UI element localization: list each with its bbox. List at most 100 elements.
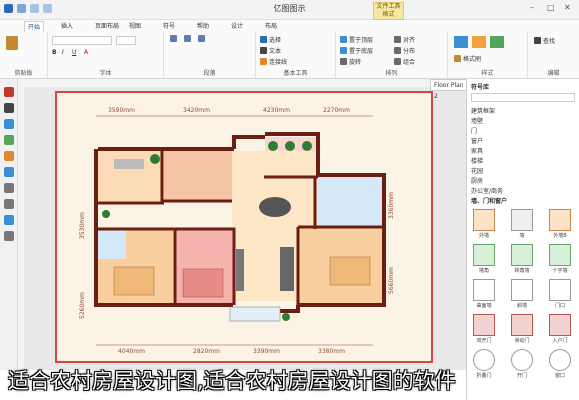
send-back-icon [340,47,347,54]
align-center-button[interactable] [184,35,193,43]
symbol-thumb[interactable] [549,209,571,231]
bathroom-room[interactable] [315,177,383,227]
porch[interactable] [229,306,281,322]
symbol-thumb[interactable] [549,314,571,336]
vertical-ruler [18,79,24,370]
symbol-thumb[interactable] [511,314,533,336]
dining-table[interactable] [259,197,291,217]
bring-front-icon [340,36,347,43]
maximize-icon[interactable]: □ [547,3,555,12]
bring-front-button[interactable]: 置于顶层 [340,35,373,44]
bathroom-2[interactable] [98,229,126,259]
dining-room[interactable] [164,151,234,201]
symbol-label: 外墙B [553,233,567,239]
history-icon[interactable] [4,183,14,193]
symbol-thumb[interactable] [473,279,495,301]
find-button[interactable]: 查找 [534,36,555,45]
shape-icon[interactable] [4,87,14,97]
group-button[interactable]: 组合 [394,57,415,66]
bring-front-label: 置于顶层 [349,37,374,44]
tab-item[interactable]: 视图 [126,21,144,32]
category-item[interactable]: 墙壁 [471,116,483,125]
symbol-thumb[interactable] [473,314,495,336]
theme-icon[interactable] [4,151,14,161]
dim-bottom-4: 3380mm [318,348,345,355]
style-swatch-1[interactable] [454,36,468,48]
symbol-thumb[interactable] [473,244,495,266]
symbol-thumb[interactable] [511,279,533,301]
symbol-search-input[interactable] [471,93,575,102]
category-item[interactable]: 楼梯 [471,156,483,165]
attachment-icon[interactable] [4,215,14,225]
select-button[interactable]: 选择 [260,35,281,44]
underline-button[interactable]: U [72,49,76,56]
dim-top-1: 3590mm [108,107,135,114]
format-painter-button[interactable]: 格式刷 [454,54,481,63]
style-swatch-3[interactable] [490,36,504,48]
category-item[interactable]: 厨房 [471,176,483,185]
page-icon[interactable] [4,167,14,177]
sofa[interactable] [280,247,294,291]
tab-item[interactable]: 设计 [228,21,246,32]
layer-icon[interactable] [4,135,14,145]
category-item[interactable]: 办公室/商务 [471,186,503,195]
group-label: 基本工具 [283,70,308,77]
bed-2[interactable] [182,268,224,298]
group-basic-tools: 选择 文本 连接线 基本工具 [256,32,336,78]
paste-button[interactable] [6,36,20,51]
category-item[interactable]: 门 [471,126,477,135]
select-label: 选择 [269,37,282,44]
category-item[interactable]: 家具 [471,146,483,155]
dim-left-2: 5260mm [79,292,86,319]
kitchen-counter[interactable] [114,159,144,169]
close-icon[interactable]: ✕ [564,3,571,12]
text-label: 文本 [269,48,282,55]
comment-icon[interactable] [4,199,14,209]
bed-3[interactable] [329,256,371,286]
bed-1[interactable] [113,266,155,296]
connector-icon [260,58,267,65]
tv-cabinet[interactable] [236,249,244,291]
align-left-button[interactable] [170,35,179,43]
style-swatch-2[interactable] [472,36,486,48]
tab-item[interactable]: 页面布局 [92,21,122,32]
group-label: 编辑 [547,70,560,77]
pen-icon[interactable] [4,103,14,113]
category-item-active[interactable]: 墙、门和窗户 [471,196,507,205]
category-item[interactable]: 窗户 [471,136,483,145]
distribute-button[interactable]: 分布 [394,46,415,55]
italic-button[interactable]: I [62,49,64,56]
plant-icon [102,210,110,218]
tab-item[interactable]: 布局 [262,21,280,32]
settings-icon[interactable] [4,231,14,241]
rotate-button[interactable]: 旋转 [340,57,361,66]
minimize-icon[interactable]: – [530,3,534,12]
align-button[interactable]: 对齐 [394,35,415,44]
image-icon[interactable] [4,119,14,129]
text-button[interactable]: 文本 [260,46,281,55]
symbol-thumb[interactable] [473,209,495,231]
symbol-thumb[interactable] [511,209,533,231]
group-icon [394,58,401,65]
font-color-button[interactable]: A [84,49,88,56]
symbol-thumb[interactable] [549,279,571,301]
font-family-select[interactable] [52,36,112,45]
category-item[interactable]: 建筑框架 [471,106,495,115]
send-back-button[interactable]: 置于底层 [340,46,373,55]
font-size-select[interactable] [116,36,136,45]
bullets-button[interactable] [198,35,207,43]
tab-item[interactable]: 开始 [24,21,45,32]
tab-item[interactable]: 插入 [58,21,76,32]
category-item[interactable]: 花园 [471,166,483,175]
symbol-thumb[interactable] [549,244,571,266]
tab-item[interactable]: 帮助 [194,21,212,32]
symbol-thumb[interactable] [511,244,533,266]
context-tab-file-tools[interactable]: 文件工具 格式 [373,2,404,20]
plant-icon [285,141,295,151]
panel-title: 符号库 [471,84,490,91]
symbol-label: 滑动门 [514,338,530,344]
canvas-area[interactable]: 3590mm 3420mm 4230mm 2270mm 4040mm 2820m… [18,79,466,370]
tab-item[interactable]: 符号 [160,21,178,32]
connector-button[interactable]: 连接线 [260,57,287,66]
bold-button[interactable]: B [52,49,57,56]
